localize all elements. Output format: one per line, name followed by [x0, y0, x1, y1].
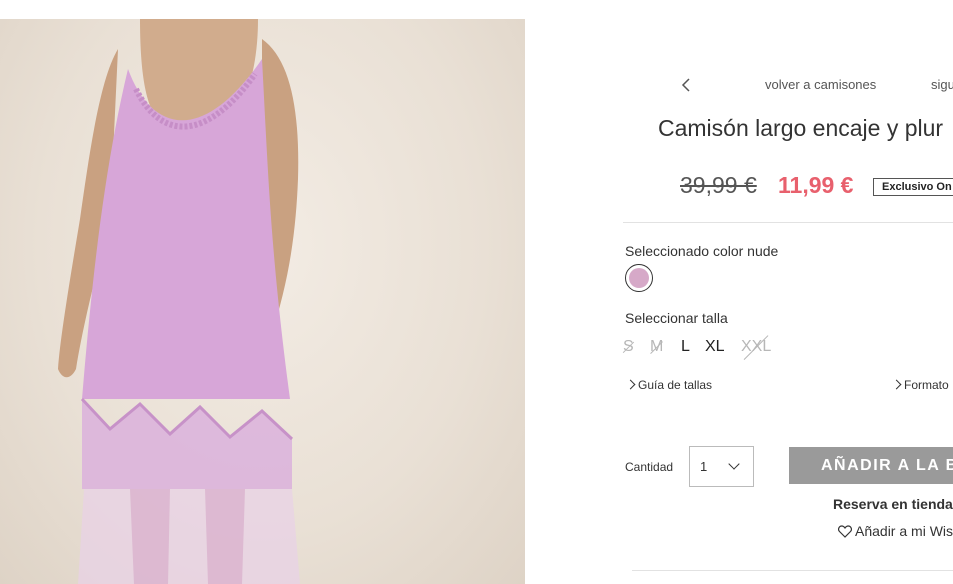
reserve-in-store-link[interactable]: Reserva en tienda — [833, 496, 953, 512]
size-label: Seleccionar talla — [625, 310, 728, 326]
quantity-select[interactable]: 1 — [689, 446, 754, 487]
add-to-cart-button[interactable]: AÑADIR A LA B — [789, 447, 953, 484]
format-link[interactable]: Formato — [891, 378, 949, 392]
size-option-s[interactable]: S — [623, 338, 634, 356]
size-guide-label: Guía de tallas — [638, 378, 713, 392]
chevron-right-icon — [625, 379, 636, 390]
quantity-value: 1 — [700, 459, 708, 474]
size-guide-link[interactable]: Guía de tallas — [625, 378, 713, 392]
heart-icon — [838, 525, 852, 538]
product-title: Camisón largo encaje y plur — [658, 115, 944, 141]
swatch-fill — [629, 268, 649, 288]
product-photo[interactable] — [0, 19, 525, 584]
nightgown-image — [58, 19, 300, 584]
size-option-xl[interactable]: XL — [705, 338, 725, 356]
old-price: 39,99 € — [680, 172, 757, 198]
wishlist-label: Añadir a mi Wis — [855, 523, 953, 539]
color-swatch-nude[interactable] — [625, 264, 653, 292]
sale-price: 11,99 € — [778, 172, 854, 198]
exclusive-badge: Exclusivo On — [873, 178, 953, 196]
chevron-left-icon[interactable] — [680, 77, 694, 93]
add-to-wishlist-link[interactable]: Añadir a mi Wis — [838, 523, 953, 539]
chevron-right-icon — [891, 379, 902, 390]
back-to-category-link[interactable]: volver a camisones — [765, 77, 876, 92]
quantity-label: Cantidad — [625, 460, 674, 474]
color-label: Seleccionado color nude — [625, 243, 779, 259]
divider — [623, 222, 953, 223]
size-option-m[interactable]: M — [650, 338, 663, 356]
size-option-xxl[interactable]: XXL — [741, 338, 771, 356]
chevron-down-icon — [728, 458, 740, 470]
next-product-link[interactable]: sigu — [931, 77, 953, 92]
divider — [632, 570, 953, 571]
size-option-l[interactable]: L — [681, 338, 690, 356]
format-label: Formato — [904, 378, 949, 392]
